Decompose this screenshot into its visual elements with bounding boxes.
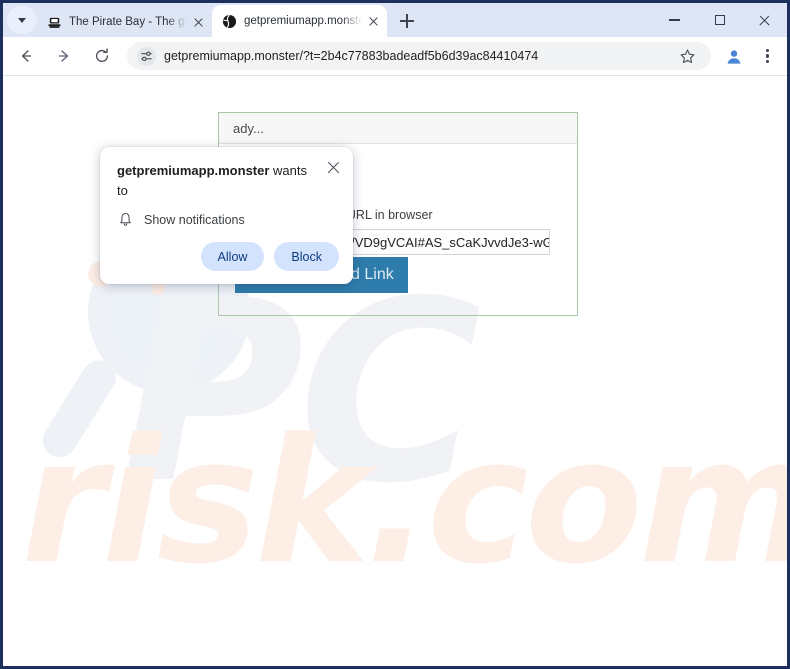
- arrow-right-icon: [58, 50, 69, 62]
- minimize-icon: [669, 19, 680, 21]
- permission-request-row: Show notifications: [117, 211, 245, 228]
- reload-button[interactable]: [87, 41, 117, 71]
- download-card-header-text: ady...: [233, 120, 264, 136]
- browser-window: The Pirate Bay - The galaxy's m getpremi…: [0, 0, 790, 669]
- window-controls: [652, 3, 787, 37]
- close-icon[interactable]: [190, 14, 207, 31]
- bell-icon: [117, 211, 134, 228]
- notification-permission-dialog: getpremiumapp.monster wants to Show noti…: [100, 147, 353, 284]
- permission-actions: Allow Block: [200, 242, 339, 271]
- download-card-header: ady...: [219, 113, 577, 144]
- close-icon[interactable]: [325, 159, 342, 176]
- address-bar[interactable]: getpremiumapp.monster/?t=2b4c77883badead…: [127, 42, 711, 70]
- address-bar-url: getpremiumapp.monster/?t=2b4c77883badead…: [164, 49, 539, 63]
- maximize-icon: [714, 15, 725, 25]
- tab-pirate-bay[interactable]: The Pirate Bay - The galaxy's m: [37, 7, 212, 37]
- bookmark-star-icon[interactable]: [673, 42, 701, 70]
- avatar: [724, 46, 744, 66]
- browser-toolbar: getpremiumapp.monster/?t=2b4c77883badead…: [3, 37, 787, 76]
- new-tab-button[interactable]: [393, 7, 421, 35]
- permission-request-label: Show notifications: [144, 212, 245, 227]
- forward-button[interactable]: [49, 41, 79, 71]
- back-button[interactable]: [11, 41, 41, 71]
- site-settings-icon[interactable]: [137, 46, 156, 66]
- tab-strip: The Pirate Bay - The galaxy's m getpremi…: [3, 3, 787, 37]
- permission-origin: getpremiumapp.monster: [117, 163, 270, 178]
- browser-menu-button[interactable]: [753, 41, 783, 71]
- arrow-left-icon: [21, 50, 32, 62]
- chevron-down-icon: [18, 17, 26, 23]
- maximize-button[interactable]: [697, 3, 742, 37]
- watermark-text-risk: risk.com: [21, 401, 787, 602]
- profile-button[interactable]: [719, 41, 749, 71]
- allow-button[interactable]: Allow: [200, 242, 265, 271]
- permission-dialog-title: getpremiumapp.monster wants to: [117, 161, 307, 200]
- tab-getpremiumapp[interactable]: getpremiumapp.monster/?t=2b: [212, 5, 387, 37]
- close-icon: [758, 14, 771, 27]
- tab-title: The Pirate Bay - The galaxy's m: [69, 16, 188, 28]
- tab-search-button[interactable]: [7, 6, 37, 34]
- globe-icon: [221, 13, 237, 29]
- tab-title: getpremiumapp.monster/?t=2b: [244, 15, 363, 27]
- block-button[interactable]: Block: [274, 242, 339, 271]
- minimize-button[interactable]: [652, 3, 697, 37]
- ship-icon: [46, 14, 62, 30]
- close-icon[interactable]: [365, 13, 382, 30]
- close-window-button[interactable]: [742, 3, 787, 37]
- page-viewport: PC risk.com ady... is: 2025 Copy and pas…: [3, 76, 787, 666]
- kebab-menu-icon: [766, 47, 770, 66]
- reload-icon: [95, 48, 109, 62]
